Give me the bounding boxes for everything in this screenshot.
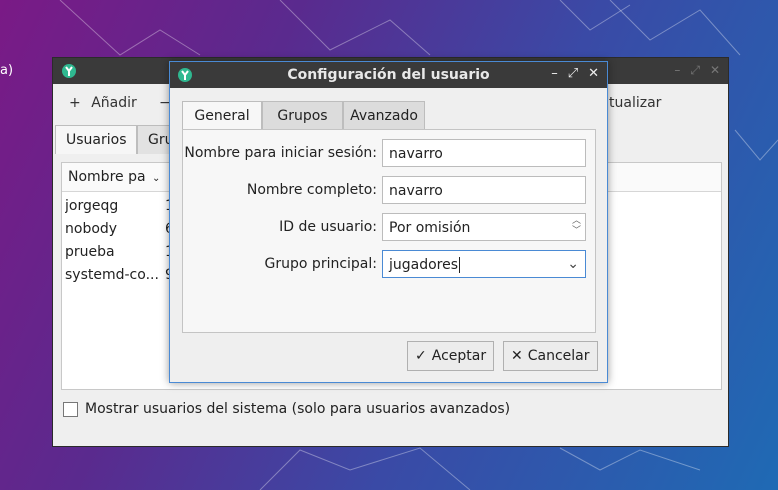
list-rows: jorgeqg 1 nobody 6 prueba 1 systemd-co..… [65, 195, 175, 287]
user-id-row: ID de usuario: Por omisión ︿ ﹀ [183, 213, 597, 241]
chevron-down-icon: ⌄ [152, 173, 161, 184]
user-name-cell: prueba [65, 244, 115, 260]
user-id-value: Por omisión [389, 220, 471, 236]
login-name-field[interactable]: navarro [382, 139, 586, 167]
user-id-label: ID de usuario: [279, 219, 377, 235]
main-window-controls: – ⤢ ✕ [674, 63, 720, 78]
maximize-icon[interactable]: ⤢ [568, 66, 578, 81]
add-button[interactable]: + Añadir [69, 95, 137, 111]
show-system-users-checkbox[interactable] [63, 401, 78, 417]
tab-general[interactable]: General [182, 101, 262, 130]
chevron-down-icon[interactable]: ⌄ [567, 256, 579, 272]
user-name-cell: jorgeqg [65, 198, 119, 214]
check-icon: ✓ [415, 348, 427, 364]
refresh-button-label: tualizar [609, 95, 662, 111]
spin-up-icon[interactable]: ︿ [572, 216, 581, 226]
full-name-value: navarro [389, 183, 443, 199]
app-icon [62, 64, 76, 78]
refresh-button[interactable]: tualizar [609, 95, 661, 111]
primary-group-value: jugadores [389, 257, 459, 273]
close-icon: ✕ [511, 348, 523, 364]
plus-icon: + [69, 95, 81, 111]
full-name-label: Nombre completo: [246, 182, 377, 198]
table-row[interactable]: prueba 1 [65, 241, 175, 264]
primary-group-label: Grupo principal: [264, 256, 377, 272]
login-name-value: navarro [389, 146, 443, 162]
user-name-cell: nobody [65, 221, 118, 237]
accept-button-label: Aceptar [431, 348, 487, 364]
table-row[interactable]: jorgeqg 1 [65, 195, 175, 218]
dialog-window-controls: – ⤢ ✕ [551, 66, 599, 81]
minimize-icon[interactable]: – [551, 66, 558, 81]
column-header-name[interactable]: Nombre pa ⌄ [68, 169, 160, 185]
close-icon[interactable]: ✕ [588, 66, 599, 81]
cancel-button-label: Cancelar [527, 348, 590, 364]
login-name-label: Nombre para iniciar sesión: [184, 145, 377, 161]
primary-group-combobox[interactable]: jugadores ⌄ [382, 250, 586, 278]
tab-users[interactable]: Usuarios [55, 125, 137, 154]
background-text-fragment: a) [0, 63, 14, 78]
close-icon[interactable]: ✕ [710, 63, 720, 78]
tab-advanced[interactable]: Avanzado [343, 101, 425, 129]
spin-down-icon[interactable]: ﹀ [572, 226, 581, 236]
full-name-field[interactable]: navarro [382, 176, 586, 204]
user-id-spinbox[interactable]: Por omisión ︿ ﹀ [382, 213, 586, 241]
primary-group-row: Grupo principal: jugadores ⌄ [183, 250, 597, 278]
dialog-titlebar[interactable]: Configuración del usuario – ⤢ ✕ [170, 62, 607, 88]
show-system-users-option[interactable]: Mostrar usuarios del sistema (solo para … [63, 401, 510, 417]
tab-groups[interactable]: Grupos [262, 101, 343, 129]
add-button-label: Añadir [91, 95, 137, 111]
minimize-icon[interactable]: – [674, 63, 680, 78]
general-panel: Nombre para iniciar sesión: navarro Nomb… [182, 129, 596, 333]
spin-buttons: ︿ ﹀ [572, 216, 581, 236]
accept-button[interactable]: ✓ Aceptar [407, 341, 495, 371]
dialog-title: Configuración del usuario [287, 67, 490, 83]
show-system-users-label: Mostrar usuarios del sistema (solo para … [85, 401, 511, 417]
cancel-button[interactable]: ✕ Cancelar [503, 341, 598, 371]
user-name-cell: systemd-co... [65, 267, 159, 283]
column-header-label: Nombre pa [68, 169, 146, 185]
full-name-row: Nombre completo: navarro [183, 176, 597, 204]
table-row[interactable]: systemd-co... 9 [65, 264, 175, 287]
table-row[interactable]: nobody 6 [65, 218, 175, 241]
login-name-row: Nombre para iniciar sesión: navarro [183, 139, 597, 167]
user-settings-dialog: Configuración del usuario – ⤢ ✕ General … [169, 61, 608, 383]
maximize-icon[interactable]: ⤢ [690, 63, 700, 78]
